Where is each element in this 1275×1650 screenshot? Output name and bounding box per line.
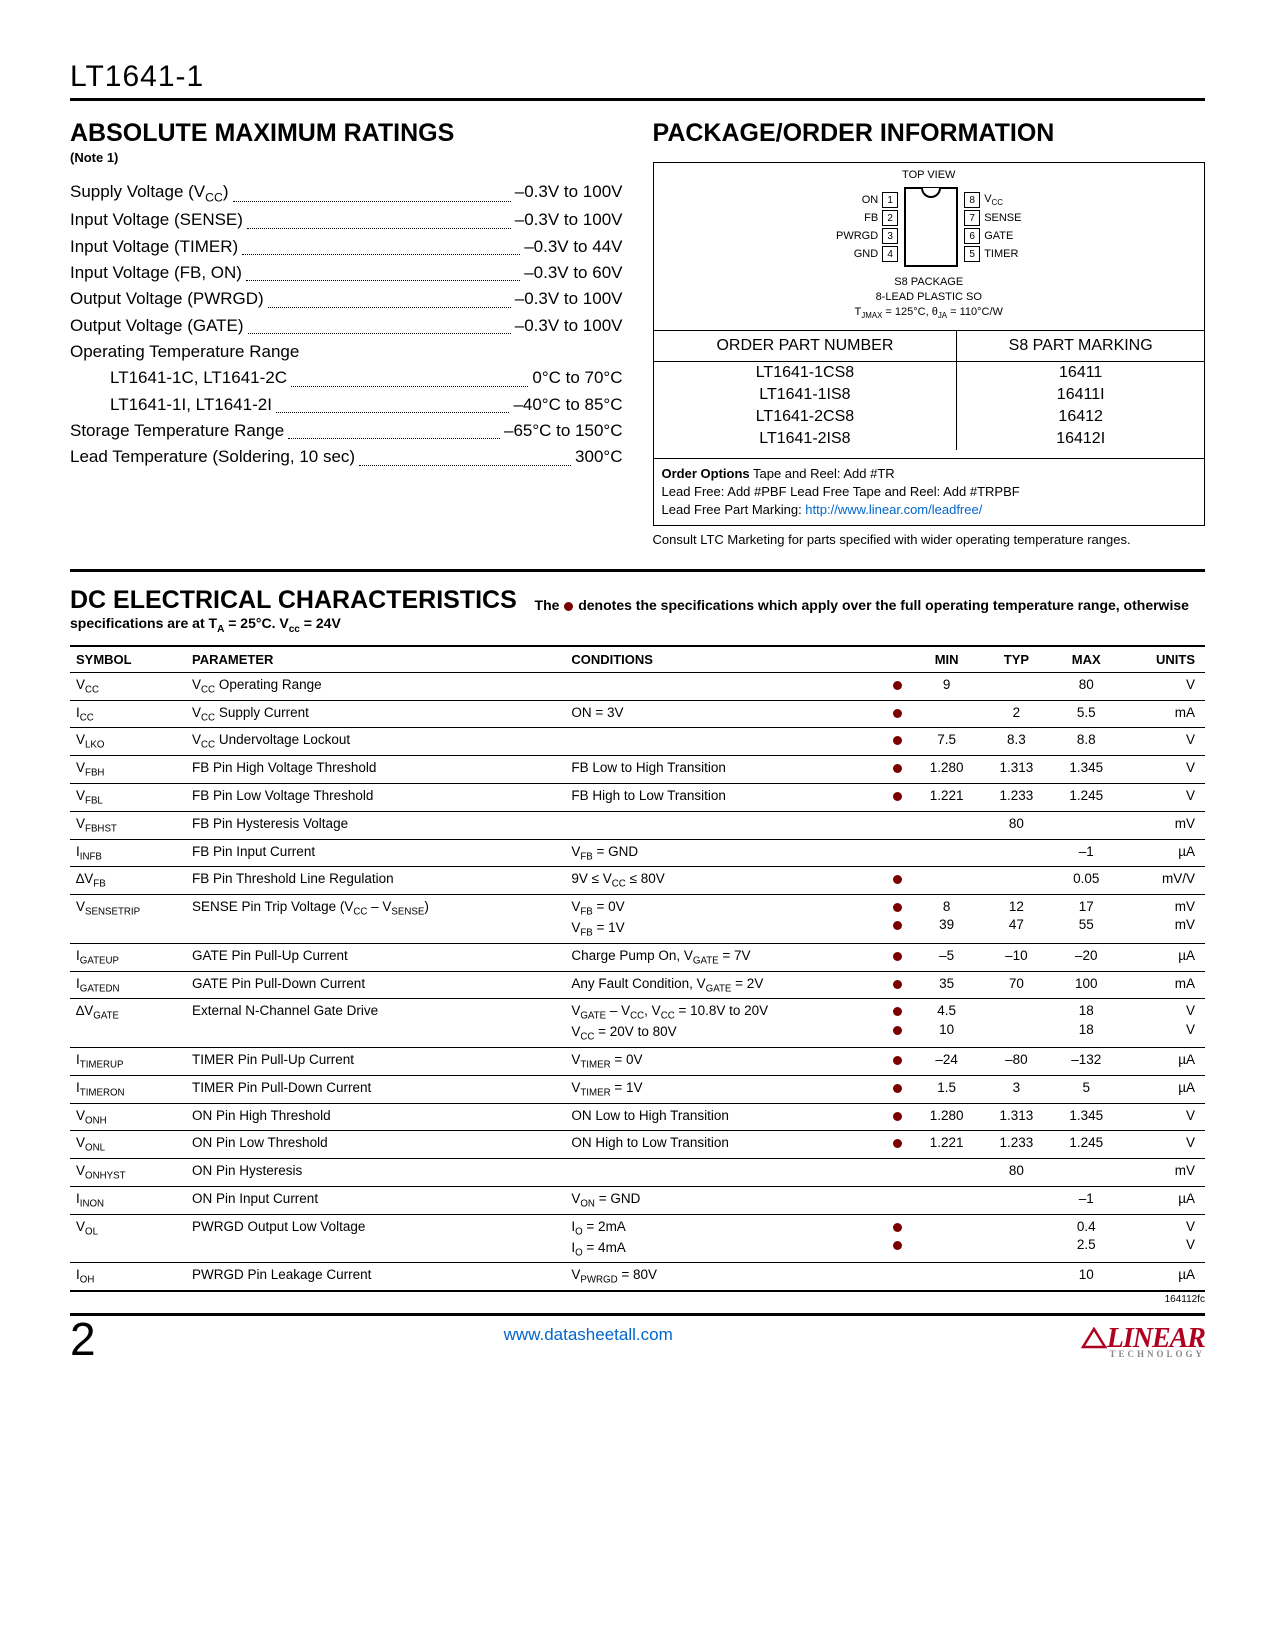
dc-th: CONDITIONS — [565, 646, 883, 673]
dc-th: SYMBOL — [70, 646, 186, 673]
footer-link[interactable]: www.datasheetall.com — [504, 1325, 673, 1353]
order-header-part: ORDER PART NUMBER — [654, 330, 957, 361]
dc-row: VSENSETRIPSENSE Pin Trip Voltage (VCC – … — [70, 895, 1205, 944]
rating-row: Input Voltage (TIMER)–0.3V to 44V — [70, 234, 623, 260]
order-row: LT1641-2CS816412 — [654, 406, 1205, 428]
order-row: LT1641-2IS816412I — [654, 428, 1205, 450]
section-divider — [70, 569, 1205, 572]
dc-th: MAX — [1051, 646, 1121, 673]
rating-row: LT1641-1C, LT1641-2C0°C to 70°C — [70, 365, 623, 391]
dc-characteristics-table: SYMBOLPARAMETERCONDITIONSMINTYPMAXUNITS … — [70, 645, 1205, 1292]
rating-row: Output Voltage (PWRGD)–0.3V to 100V — [70, 286, 623, 312]
dc-row: IGATEDNGATE Pin Pull-Down CurrentAny Fau… — [70, 971, 1205, 999]
spec-dot-icon — [564, 602, 573, 611]
dc-th: MIN — [912, 646, 982, 673]
doc-code: 164112fc — [70, 1294, 1205, 1305]
dc-row: VFBHFB Pin High Voltage ThresholdFB Low … — [70, 756, 1205, 784]
order-header-mark: S8 PART MARKING — [957, 330, 1204, 361]
dc-row: IINONON Pin Input CurrentVON = GND–1µA — [70, 1186, 1205, 1214]
dc-row: ITIMERONTIMER Pin Pull-Down CurrentVTIME… — [70, 1075, 1205, 1103]
dc-row: VONHYSTON Pin Hysteresis80mV — [70, 1159, 1205, 1187]
rating-row: LT1641-1I, LT1641-2I–40°C to 85°C — [70, 392, 623, 418]
page-number: 2 — [70, 1316, 96, 1362]
dc-row: VONHON Pin High ThresholdON Low to High … — [70, 1103, 1205, 1131]
order-table: ORDER PART NUMBER S8 PART MARKING LT1641… — [654, 330, 1205, 458]
rating-row: Lead Temperature (Soldering, 10 sec)300°… — [70, 444, 623, 470]
dc-row: VFBHSTFB Pin Hysteresis Voltage80mV — [70, 811, 1205, 839]
rating-row: Input Voltage (SENSE)–0.3V to 100V — [70, 207, 623, 233]
dc-row: IINFBFB Pin Input CurrentVFB = GND–1µA — [70, 839, 1205, 867]
pin-row: FB2 — [864, 210, 898, 226]
leadfree-link[interactable]: http://www.linear.com/leadfree/ — [805, 502, 982, 517]
pin-row: GND4 — [854, 246, 898, 262]
pin-row: PWRGD3 — [836, 228, 898, 244]
pin-row: 6GATE — [964, 228, 1013, 244]
dc-row: IGATEUPGATE Pin Pull-Up CurrentCharge Pu… — [70, 943, 1205, 971]
part-number-header: LT1641-1 — [70, 60, 1205, 101]
package-caption: S8 PACKAGE 8-LEAD PLASTIC SO TJMAX = 125… — [654, 273, 1205, 330]
dc-th — [884, 646, 912, 673]
package-box: TOP VIEW ON1 FB2 PWRGD3 GND4 8VCC 7SENSE 6GAT… — [653, 162, 1206, 526]
dc-th: PARAMETER — [186, 646, 565, 673]
chip-outline-icon — [904, 187, 958, 267]
dc-th: TYP — [982, 646, 1052, 673]
rating-row: Input Voltage (FB, ON)–0.3V to 60V — [70, 260, 623, 286]
dc-row: IOHPWRGD Pin Leakage CurrentVPWRGD = 80V… — [70, 1263, 1205, 1291]
order-row: LT1641-1IS816411I — [654, 384, 1205, 406]
dc-row: VLKOVCC Undervoltage Lockout7.58.38.8V — [70, 728, 1205, 756]
dc-row: VOLPWRGD Output Low VoltageIO = 2mAIO = … — [70, 1214, 1205, 1263]
rating-row: Operating Temperature Range — [70, 339, 623, 365]
dc-th: UNITS — [1121, 646, 1205, 673]
topview-label: TOP VIEW — [654, 163, 1205, 183]
dc-row: VCCVCC Operating Range980V — [70, 672, 1205, 700]
dc-row: ∆VFBFB Pin Threshold Line Regulation9V ≤… — [70, 867, 1205, 895]
package-diagram: ON1 FB2 PWRGD3 GND4 8VCC 7SENSE 6GATE 5TIMER — [654, 183, 1205, 273]
dc-row: ∆VGATEExternal N-Channel Gate DriveVGATE… — [70, 999, 1205, 1048]
dc-row: VONLON Pin Low ThresholdON High to Low T… — [70, 1131, 1205, 1159]
pin-row: ON1 — [862, 192, 899, 208]
linear-logo: LINEAR TECHNOLOGY — [1081, 1327, 1205, 1362]
rating-row: Output Voltage (GATE)–0.3V to 100V — [70, 313, 623, 339]
amr-title: ABSOLUTE MAXIMUM RATINGS — [70, 119, 623, 148]
dc-header: DC ELECTRICAL CHARACTERISTICS The denote… — [70, 586, 1205, 635]
order-options: Order Options Tape and Reel: Add #TR Lea… — [654, 458, 1205, 526]
pin-row: 5TIMER — [964, 246, 1018, 262]
dc-row: VFBLFB Pin Low Voltage ThresholdFB High … — [70, 784, 1205, 812]
order-row: LT1641-1CS816411 — [654, 361, 1205, 384]
pin-row: 8VCC — [964, 192, 1003, 208]
ratings-list: Supply Voltage (VCC)–0.3V to 100VInput V… — [70, 179, 623, 471]
dc-row: ITIMERUPTIMER Pin Pull-Up CurrentVTIMER … — [70, 1047, 1205, 1075]
rating-row: Supply Voltage (VCC)–0.3V to 100V — [70, 179, 623, 207]
pin-row: 7SENSE — [964, 210, 1021, 226]
pkg-title: PACKAGE/ORDER INFORMATION — [653, 119, 1206, 148]
amr-note: (Note 1) — [70, 150, 623, 165]
rating-row: Storage Temperature Range–65°C to 150°C — [70, 418, 623, 444]
dc-row: ICCVCC Supply CurrentON = 3V25.5mA — [70, 700, 1205, 728]
consult-note: Consult LTC Marketing for parts specifie… — [653, 532, 1206, 549]
